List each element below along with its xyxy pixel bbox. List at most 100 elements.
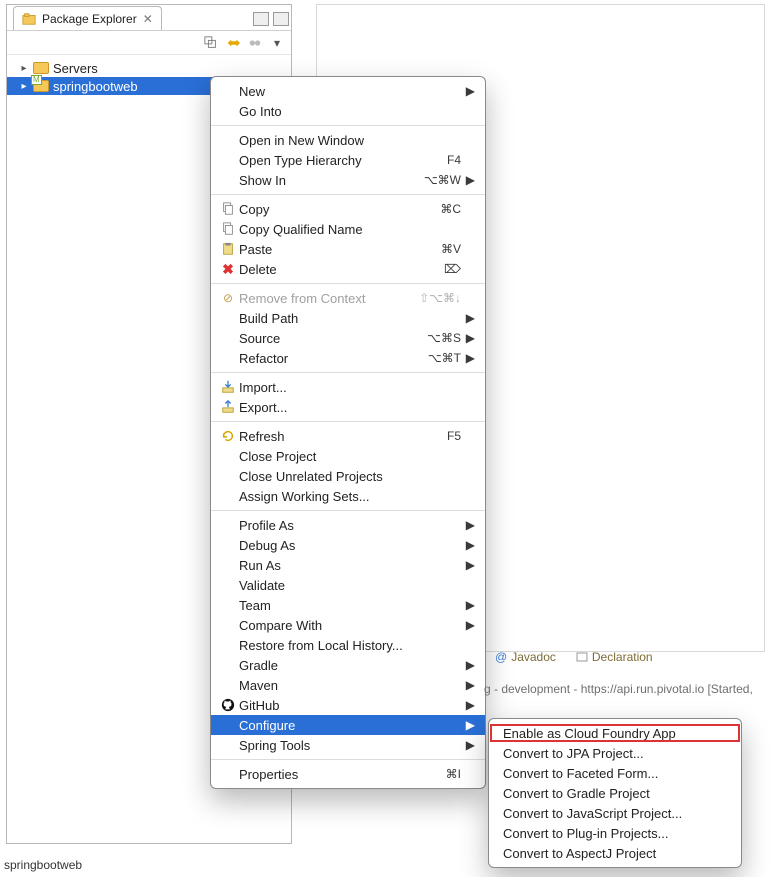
menu-item-accelerator: F5 [415,429,461,443]
javadoc-icon: @ [495,650,507,664]
submenu-item-label: Convert to AspectJ Project [503,846,729,861]
menu-item-close-project[interactable]: Close Project [211,446,485,466]
menu-item-import[interactable]: Import... [211,377,485,397]
submenu-item-enable-as-cloud-foundry-app[interactable]: Enable as Cloud Foundry App [489,723,741,743]
submenu-item-label: Convert to JavaScript Project... [503,806,729,821]
javadoc-tab[interactable]: @ Javadoc [495,650,556,664]
menu-item-source[interactable]: Source⌥⌘S▶ [211,328,485,348]
menu-item-open-type-hierarchy[interactable]: Open Type HierarchyF4 [211,150,485,170]
submenu-item-convert-to-aspectj-project[interactable]: Convert to AspectJ Project [489,843,741,863]
menu-item-open-in-new-window[interactable]: Open in New Window [211,130,485,150]
submenu-arrow-icon: ▶ [461,351,475,365]
menu-item-accelerator: ⌘V [415,242,461,256]
submenu-arrow-icon: ▶ [461,518,475,532]
tree-item-label: Servers [53,61,98,76]
menu-item-accelerator: ⌥⌘S [415,331,461,345]
maven-project-icon [33,80,49,92]
menu-item-close-unrelated-projects[interactable]: Close Unrelated Projects [211,466,485,486]
menu-item-debug-as[interactable]: Debug As▶ [211,535,485,555]
menu-item-accelerator: ⌥⌘T [415,351,461,365]
menu-item-configure[interactable]: Configure▶ [211,715,485,735]
minimize-view-button[interactable] [253,12,269,26]
submenu-item-convert-to-jpa-project[interactable]: Convert to JPA Project... [489,743,741,763]
expand-icon[interactable]: ▸ [19,63,29,74]
tree-item-servers[interactable]: ▸ Servers [7,59,291,77]
close-icon[interactable]: ✕ [143,12,153,26]
menu-item-restore-from-local-history[interactable]: Restore from Local History... [211,635,485,655]
menu-item-label: Close Project [239,449,415,464]
menu-item-label: Source [239,331,415,346]
menu-separator [211,510,485,511]
status-bar-text: springbootweb [4,858,82,872]
menu-item-label: Refactor [239,351,415,366]
maximize-view-button[interactable] [273,12,289,26]
menu-item-run-as[interactable]: Run As▶ [211,555,485,575]
menu-item-refresh[interactable]: RefreshF5 [211,426,485,446]
menu-item-label: Paste [239,242,415,257]
delete-icon: ✖ [217,261,239,278]
menu-item-build-path[interactable]: Build Path ▶ [211,308,485,328]
submenu-item-label: Convert to Gradle Project [503,786,729,801]
menu-item-export[interactable]: Export... [211,397,485,417]
menu-item-assign-working-sets[interactable]: Assign Working Sets... [211,486,485,506]
menu-item-label: Show In [239,173,415,188]
submenu-arrow-icon: ▶ [461,311,475,325]
menu-item-label: Build Path [239,311,415,326]
menu-item-label: Gradle [239,658,415,673]
menu-item-label: Open Type Hierarchy [239,153,415,168]
link-editor-icon[interactable] [225,35,241,51]
collapse-all-icon[interactable] [203,35,219,51]
package-explorer-tab[interactable]: Package Explorer ✕ [13,6,162,30]
menu-item-new[interactable]: New▶ [211,81,485,101]
menu-item-label: Compare With [239,618,415,633]
menu-item-label: Debug As [239,538,415,553]
refresh-icon [217,429,239,443]
menu-separator [211,759,485,760]
submenu-item-convert-to-javascript-project[interactable]: Convert to JavaScript Project... [489,803,741,823]
menu-item-label: Import... [239,380,415,395]
bottom-view-tabs: @ Javadoc Declaration [495,650,653,664]
submenu-arrow-icon: ▶ [461,173,475,187]
declaration-tab[interactable]: Declaration [576,650,653,664]
view-menu-icon[interactable]: ▾ [269,35,285,51]
menu-item-label: Delete [239,262,415,277]
remove-icon: ⊘ [217,291,239,305]
menu-item-maven[interactable]: Maven▶ [211,675,485,695]
menu-item-compare-with[interactable]: Compare With▶ [211,615,485,635]
menu-item-copy-qualified-name[interactable]: Copy Qualified Name [211,219,485,239]
folder-icon [33,62,49,74]
menu-item-copy[interactable]: Copy⌘C [211,199,485,219]
submenu-item-convert-to-gradle-project[interactable]: Convert to Gradle Project [489,783,741,803]
menu-item-label: Refresh [239,429,415,444]
menu-item-label: Validate [239,578,415,593]
menu-item-validate[interactable]: Validate [211,575,485,595]
submenu-item-convert-to-faceted-form[interactable]: Convert to Faceted Form... [489,763,741,783]
submenu-item-convert-to-plug-in-projects[interactable]: Convert to Plug-in Projects... [489,823,741,843]
package-explorer-icon [22,12,36,26]
menu-item-go-into[interactable]: Go Into [211,101,485,121]
menu-item-paste[interactable]: Paste⌘V [211,239,485,259]
menu-item-delete[interactable]: ✖Delete⌦ [211,259,485,279]
view-tabbar: Package Explorer ✕ [7,5,291,31]
tab-label: Javadoc [511,650,556,664]
menu-item-refactor[interactable]: Refactor⌥⌘T▶ [211,348,485,368]
tab-title: Package Explorer [42,12,137,26]
submenu-arrow-icon: ▶ [461,658,475,672]
menu-item-gradle[interactable]: Gradle ▶ [211,655,485,675]
focus-task-icon[interactable] [247,35,263,51]
menu-item-spring-tools[interactable]: Spring Tools▶ [211,735,485,755]
menu-item-team[interactable]: Team▶ [211,595,485,615]
menu-separator [211,421,485,422]
menu-item-label: Restore from Local History... [239,638,415,653]
menu-item-profile-as[interactable]: Profile As▶ [211,515,485,535]
submenu-arrow-icon: ▶ [461,558,475,572]
menu-item-show-in[interactable]: Show In⌥⌘W▶ [211,170,485,190]
menu-item-github[interactable]: GitHub▶ [211,695,485,715]
expand-icon[interactable]: ▸ [19,81,29,92]
menu-item-label: Assign Working Sets... [239,489,415,504]
menu-item-label: Copy [239,202,415,217]
submenu-item-label: Convert to JPA Project... [503,746,729,761]
menu-item-accelerator: ⌘I [415,767,461,781]
copy-icon [217,222,239,236]
menu-item-properties[interactable]: Properties⌘I [211,764,485,784]
